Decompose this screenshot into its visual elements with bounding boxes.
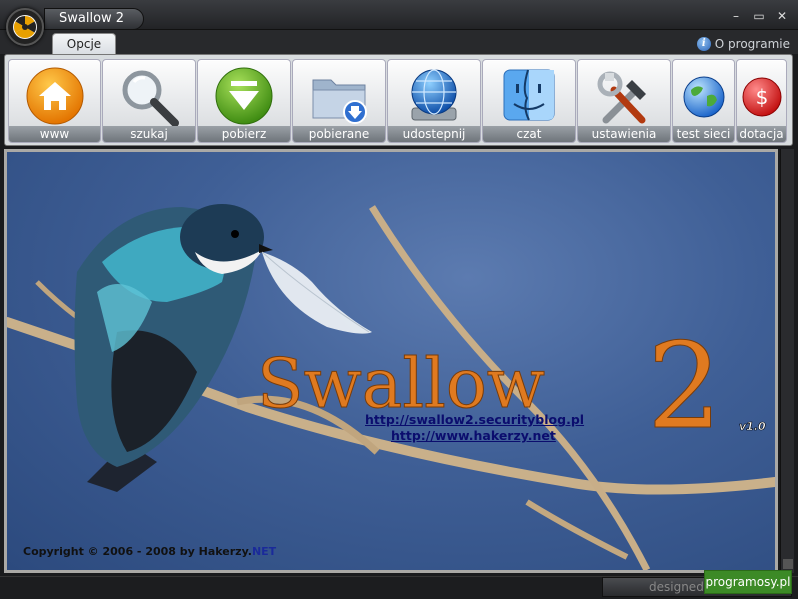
toolbar-label: szukaj	[103, 126, 195, 142]
about-label: O programie	[714, 37, 790, 51]
tab-opcje[interactable]: Opcje	[52, 33, 116, 55]
app-logo[interactable]	[6, 8, 44, 46]
globe-icon	[683, 76, 724, 118]
toolbar-label: ustawienia	[578, 126, 670, 142]
toolbar-label: test sieci	[673, 126, 734, 142]
swallow-illustration: Swallow 2 v1.0	[7, 204, 775, 570]
toolbar-button-pobierz[interactable]: pobierz	[197, 59, 291, 143]
toolbar-button-www[interactable]: www	[8, 59, 101, 143]
dollar-icon: $	[742, 77, 781, 117]
copyright-text: Copyright © 2006 - 2008 by Hakerzy.NET	[23, 545, 276, 558]
home-icon	[26, 67, 83, 125]
scroll-thumb[interactable]	[783, 559, 793, 569]
copyright-suffix: NET	[251, 545, 277, 558]
download-arrow-icon	[215, 67, 273, 125]
downloads-folder-icon	[312, 79, 367, 124]
copyright-prefix: Copyright © 2006 - 2008 by Hakerzy.	[23, 545, 252, 558]
tab-bar	[0, 30, 798, 54]
toolbar-button-dotacja[interactable]: $ dotacja	[736, 59, 787, 143]
splash-logo-number: 2	[647, 317, 722, 455]
window-title: Swallow 2	[44, 8, 144, 30]
minimize-button[interactable]: –	[729, 9, 743, 23]
toolbar-button-ustawienia[interactable]: ustawienia	[577, 59, 671, 143]
toolbar-label: udostepnij	[388, 126, 480, 142]
toolbar-label: czat	[483, 126, 575, 142]
vertical-scrollbar[interactable]	[780, 149, 794, 573]
toolbar-button-pobierane[interactable]: pobierane	[292, 59, 386, 143]
link-securityblog[interactable]: http://swallow2.securityblog.pl	[365, 412, 584, 427]
toolbar-button-test-sieci[interactable]: test sieci	[672, 59, 735, 143]
toolbar-label: dotacja	[737, 126, 786, 142]
watermark-badge: programosy.pl	[704, 570, 792, 594]
about-link[interactable]: i O programie	[696, 36, 790, 52]
network-share-icon	[411, 69, 457, 121]
toolbar-label: pobierz	[198, 126, 290, 142]
info-icon: i	[696, 37, 711, 51]
radiation-icon	[13, 15, 37, 39]
toolbar-label: pobierane	[293, 126, 385, 142]
toolbar-button-czat[interactable]: czat	[482, 59, 576, 143]
splash-panel: Swallow 2 v1.0 http://swallow2.securityb…	[4, 149, 778, 573]
maximize-button[interactable]: ▭	[752, 9, 766, 23]
magnifier-icon	[122, 70, 179, 127]
link-hakerzy[interactable]: http://www.hakerzy.net	[391, 428, 556, 443]
svg-text:$: $	[755, 85, 768, 109]
toolbar-button-udostepnij[interactable]: udostepnij	[387, 59, 481, 143]
version-label: v1.0	[739, 420, 766, 433]
close-button[interactable]: ✕	[775, 9, 789, 23]
tools-icon	[597, 71, 646, 124]
toolbar-button-szukaj[interactable]: szukaj	[102, 59, 196, 143]
finder-face-icon	[503, 69, 555, 121]
toolbar-label: www	[9, 126, 100, 142]
toolbar: www szukaj pobierz pobierane udostepnij …	[4, 54, 793, 146]
